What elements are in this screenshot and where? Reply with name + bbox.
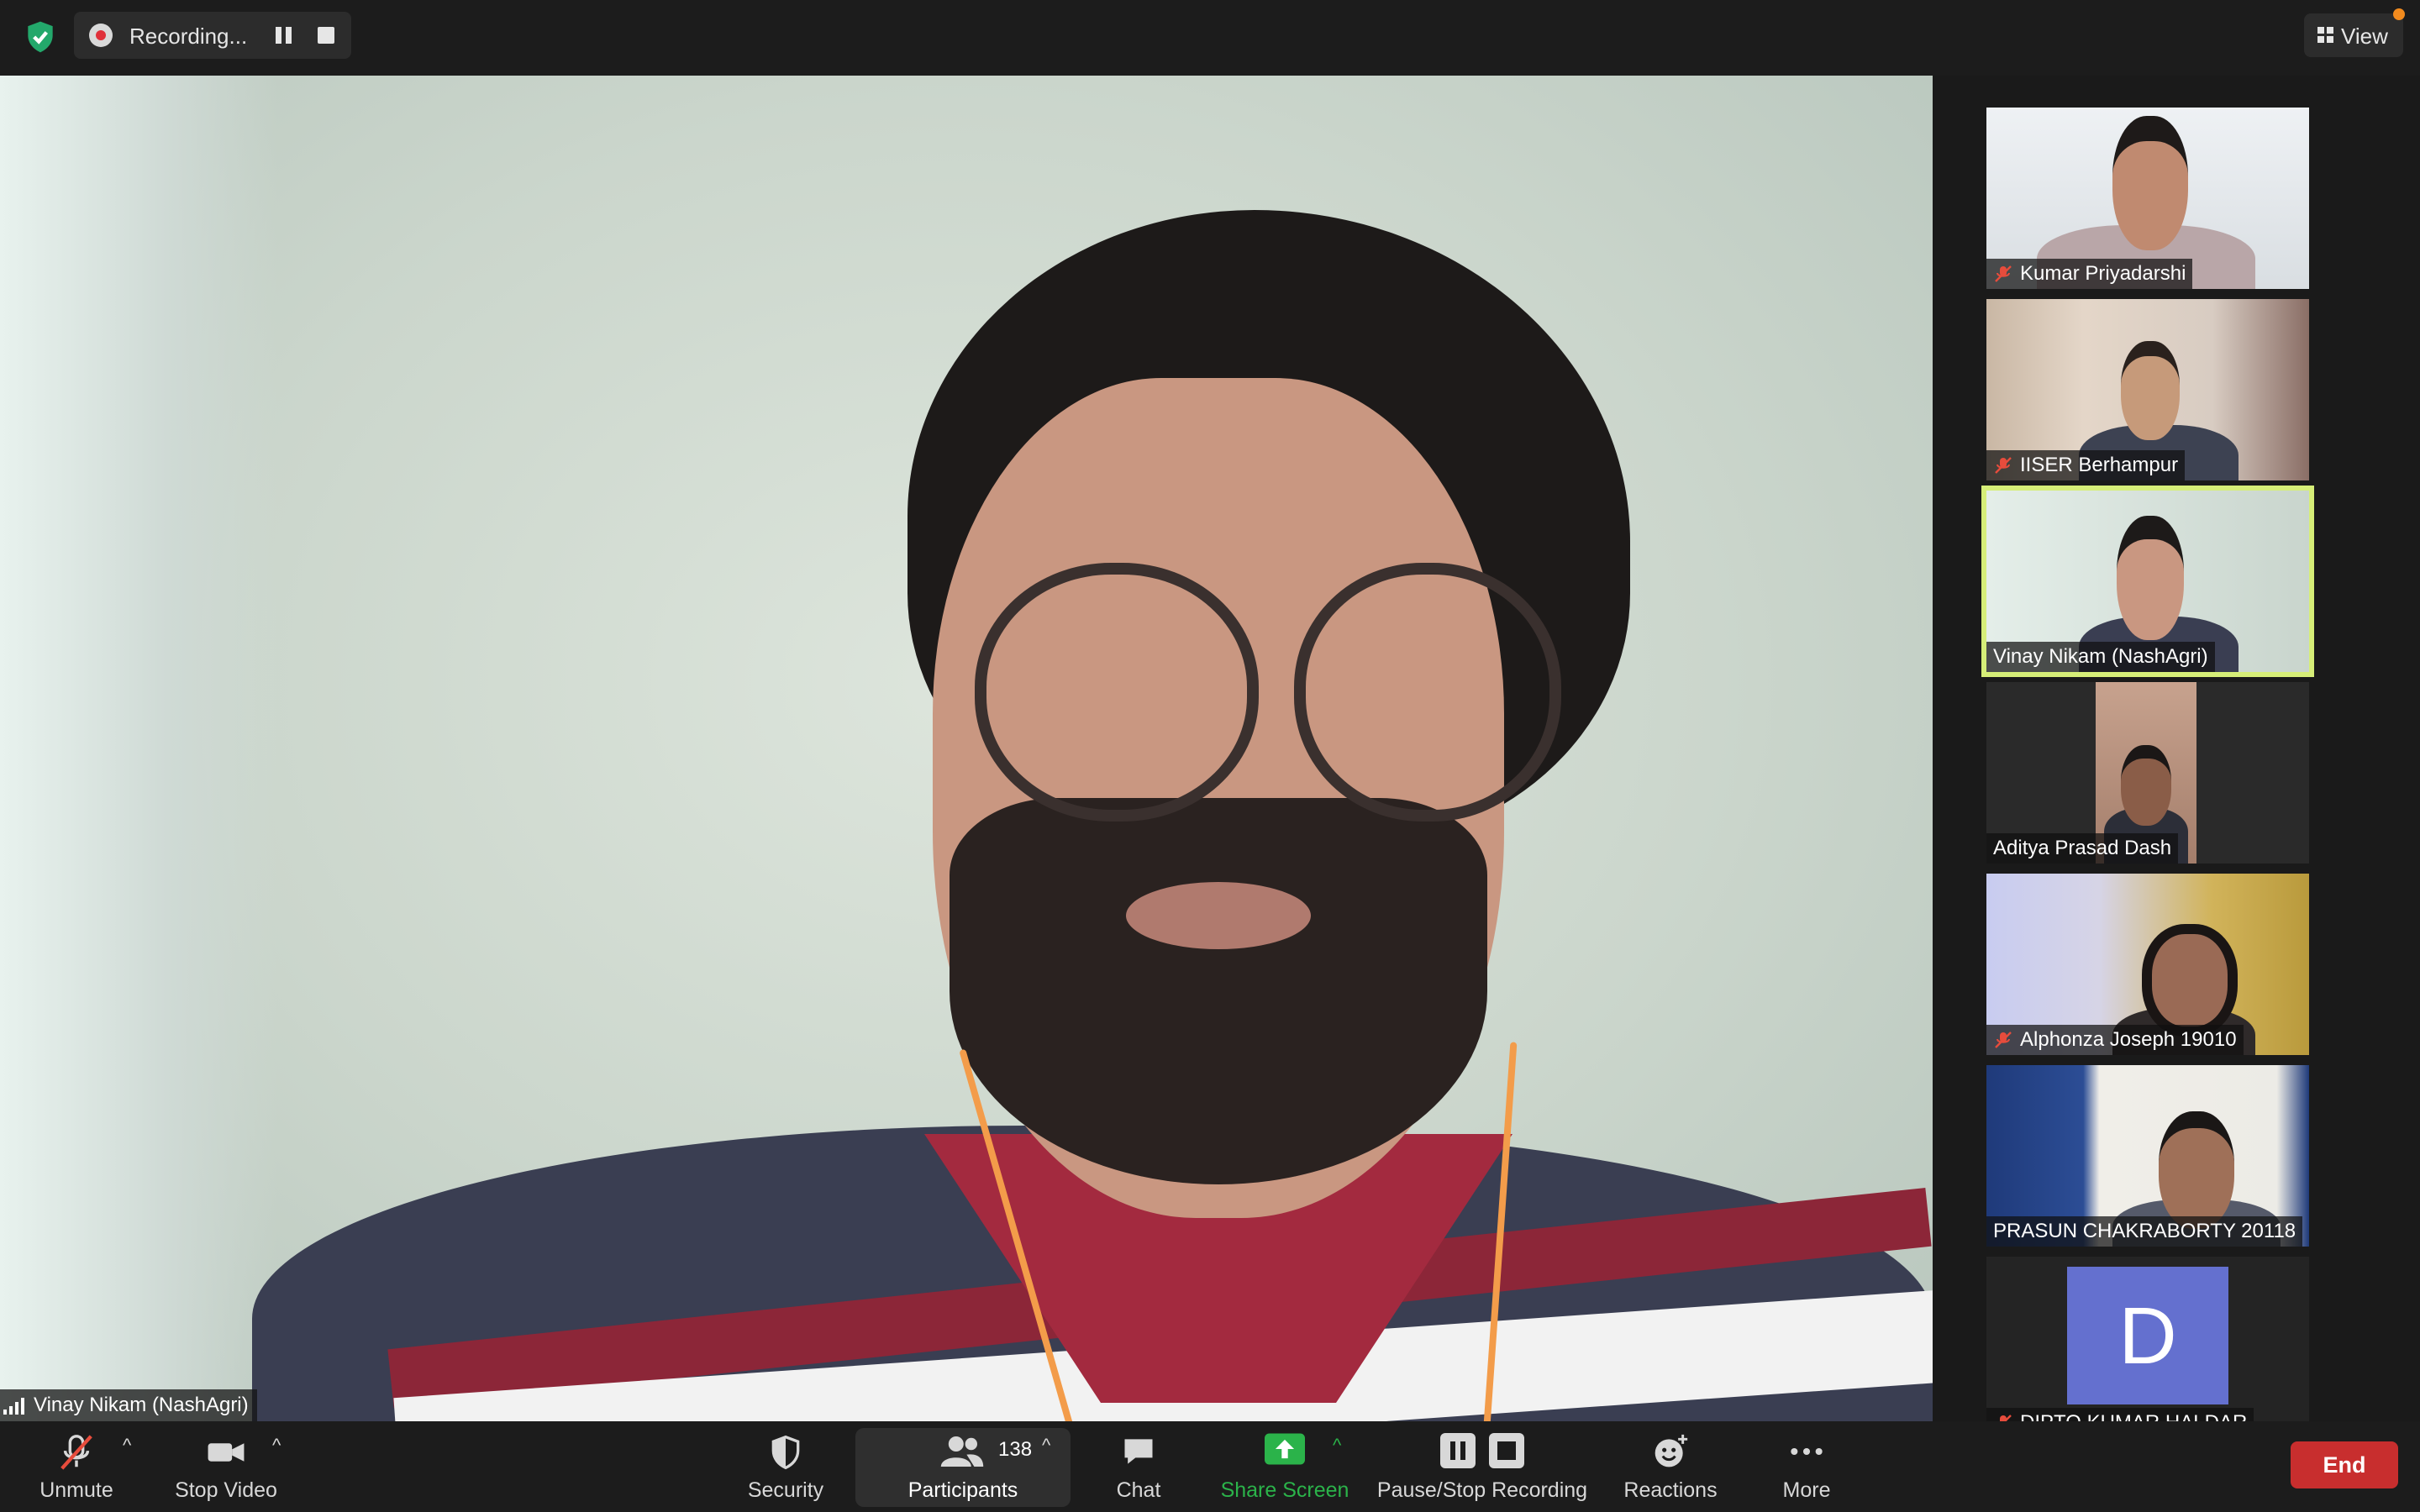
stop-video-label: Stop Video [175,1478,277,1502]
participants-icon [940,1436,984,1467]
end-meeting-button[interactable]: End [2291,1441,2398,1488]
stop-recording-button[interactable] [318,27,334,44]
record-dot-icon [89,24,113,47]
mic-muted-icon [1995,1032,2012,1048]
tile-name: PRASUN CHAKRABORTY 20118 [1993,1220,2296,1242]
background-window [0,76,277,1421]
tile-name-label: IISER Berhampur [1986,450,2186,480]
security-button[interactable]: Security [733,1421,839,1512]
stop-video-button[interactable]: Stop Video [165,1421,287,1512]
person-head [2121,745,2171,826]
person-head [2142,924,2238,1037]
tile-name: Alphonza Joseph 19010 [2020,1028,2237,1051]
tile-name-label: PRASUN CHAKRABORTY 20118 [1986,1216,2303,1247]
speaker-name-label: Vinay Nikam (NashAgri) [0,1389,257,1421]
recording-status-text: Recording... [129,24,248,49]
signal-strength-icon [3,1398,25,1415]
mic-muted-icon [1995,265,2012,282]
notification-dot [2393,8,2405,20]
meeting-top-bar: Recording... View [0,0,2420,76]
mic-muted-icon [1995,457,2012,474]
participant-tile[interactable]: D DIPTO KUMAR HALDAR [1986,1257,2309,1438]
lips [1126,882,1311,949]
unmute-button[interactable]: Unmute [24,1421,129,1512]
participants-options-caret[interactable]: ^ [1042,1435,1050,1457]
participants-count: 138 [998,1438,1033,1461]
mic-muted-icon [60,1435,92,1470]
beard [950,798,1487,1184]
participant-gallery: Kumar Priyadarshi IISER Berhampur Vinay … [1936,92,2358,1448]
tile-name-label: Kumar Priyadarshi [1986,259,2193,289]
person-head [2117,516,2184,640]
person-head [2112,116,2188,250]
pause-stop-recording-button[interactable]: Pause/Stop Recording [1373,1421,1591,1512]
chat-bubble-icon [1124,1439,1153,1464]
chat-label: Chat [1116,1478,1161,1502]
speaker-name: Vinay Nikam (NashAgri) [34,1394,249,1416]
tile-name: Aditya Prasad Dash [1993,837,2172,859]
person-head [2159,1111,2234,1229]
glasses-lens [1294,563,1561,822]
pause-recording-button[interactable] [274,25,294,45]
glasses-lens [975,563,1259,822]
video-camera-icon [208,1443,245,1462]
unmute-label: Unmute [39,1478,113,1502]
video-options-caret[interactable]: ^ [272,1435,281,1457]
tile-name: IISER Berhampur [2020,454,2179,476]
more-dots-icon [1791,1447,1823,1456]
tile-name: Vinay Nikam (NashAgri) [1993,645,2208,668]
participant-tile[interactable]: Aditya Prasad Dash [1986,682,2309,864]
recording-indicator: Recording... [74,12,351,59]
grid-view-icon [2317,27,2334,44]
share-options-caret[interactable]: ^ [1333,1435,1341,1457]
pause-stop-recording-label: Pause/Stop Recording [1376,1478,1588,1502]
participant-tile[interactable]: PRASUN CHAKRABORTY 20118 [1986,1065,2309,1247]
participant-tile[interactable]: Alphonza Joseph 19010 [1986,874,2309,1055]
audio-options-caret[interactable]: ^ [123,1435,131,1457]
shield-check-icon[interactable] [22,18,59,55]
more-button[interactable]: More [1765,1421,1849,1512]
reactions-label: Reactions [1623,1478,1718,1502]
view-label: View [2341,24,2388,49]
tile-name-label: Vinay Nikam (NashAgri) [1986,642,2215,672]
share-screen-icon [1265,1433,1305,1465]
participant-tile[interactable]: Kumar Priyadarshi [1986,108,2309,289]
participants-button[interactable]: 138 Participants [865,1421,1060,1512]
view-button[interactable]: View [2304,13,2403,57]
emoji-reaction-icon [1655,1434,1688,1467]
meeting-toolbar: Unmute ^ Stop Video ^ Security 138 Parti… [0,1421,2420,1512]
tile-name-label: Aditya Prasad Dash [1986,833,2179,864]
tile-name: Kumar Priyadarshi [2020,262,2186,285]
security-label: Security [747,1478,824,1502]
pause-stop-recording-icon [1440,1433,1524,1468]
active-speaker-video[interactable] [0,76,1933,1421]
chat-button[interactable]: Chat [1092,1421,1185,1512]
person-head [2121,341,2180,440]
share-screen-label: Share Screen [1220,1478,1349,1502]
more-label: More [1782,1478,1831,1502]
participants-label: Participants [908,1478,1018,1502]
participant-tile[interactable]: IISER Berhampur [1986,299,2309,480]
shield-icon [771,1435,800,1470]
avatar: D [2067,1267,2228,1404]
participant-tile-active-speaker[interactable]: Vinay Nikam (NashAgri) [1981,486,2314,677]
reactions-button[interactable]: Reactions [1615,1421,1726,1512]
tile-name-label: Alphonza Joseph 19010 [1986,1025,2244,1055]
